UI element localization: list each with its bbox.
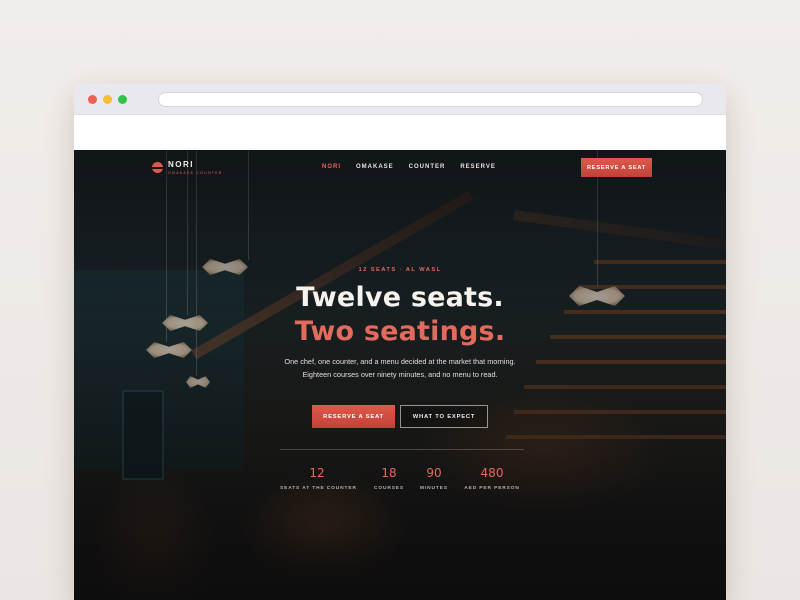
browser-window: NORI OMAKASE COUNTER NORI OMAKASE COUNTE…: [74, 84, 726, 600]
what-to-expect-button[interactable]: WHAT TO EXPECT: [400, 405, 488, 428]
stat-value: 12: [309, 466, 325, 480]
stat-label: AED PER PERSON: [464, 486, 520, 491]
reserve-seat-button[interactable]: RESERVE A SEAT: [312, 405, 395, 428]
brand-tagline: OMAKASE COUNTER: [168, 171, 223, 175]
stat-price: 480 AED PER PERSON: [462, 466, 522, 491]
stat-value: 90: [426, 466, 442, 480]
nav-link-omakase[interactable]: OMAKASE: [356, 164, 394, 170]
hero-eyebrow: 12 SEATS · AL WASL: [358, 267, 442, 273]
stat-minutes: 90 MINUTES: [414, 466, 454, 491]
hero-headline-line1: Twelve seats.: [296, 282, 504, 313]
nori-logo-icon[interactable]: [152, 162, 163, 173]
brand-name[interactable]: NORI: [168, 160, 194, 169]
hero-subtitle: One chef, one counter, and a menu decide…: [284, 357, 516, 379]
stat-value: 18: [381, 466, 397, 480]
page-top-strip: [74, 115, 726, 150]
nav-reserve-button[interactable]: RESERVE A SEAT: [581, 158, 652, 177]
stat-label: COURSES: [373, 486, 405, 491]
browser-chrome: [74, 84, 726, 115]
stat-label: MINUTES: [420, 486, 448, 491]
stat-value: 480: [480, 466, 504, 480]
address-bar[interactable]: [158, 92, 703, 107]
nav-link-counter[interactable]: COUNTER: [409, 164, 446, 170]
hero-section: NORI OMAKASE COUNTER NORI OMAKASE COUNTE…: [74, 150, 726, 600]
nav-link-reserve[interactable]: RESERVE: [460, 164, 496, 170]
stat-seats: 12 SEATS AT THE COUNTER: [280, 466, 357, 491]
close-window-icon[interactable]: [88, 95, 97, 104]
stat-label: SEATS AT THE COUNTER: [280, 486, 357, 491]
minimize-window-icon[interactable]: [103, 95, 112, 104]
hero-headline-line2: Two seatings.: [294, 316, 506, 347]
nav-link-nori[interactable]: NORI: [322, 164, 341, 170]
nav-links: NORI OMAKASE COUNTER RESERVE: [322, 164, 496, 170]
stats-divider: [280, 449, 524, 450]
maximize-window-icon[interactable]: [118, 95, 127, 104]
top-navigation: NORI OMAKASE COUNTER NORI OMAKASE COUNTE…: [74, 150, 726, 186]
stat-courses: 18 COURSES: [366, 466, 412, 491]
